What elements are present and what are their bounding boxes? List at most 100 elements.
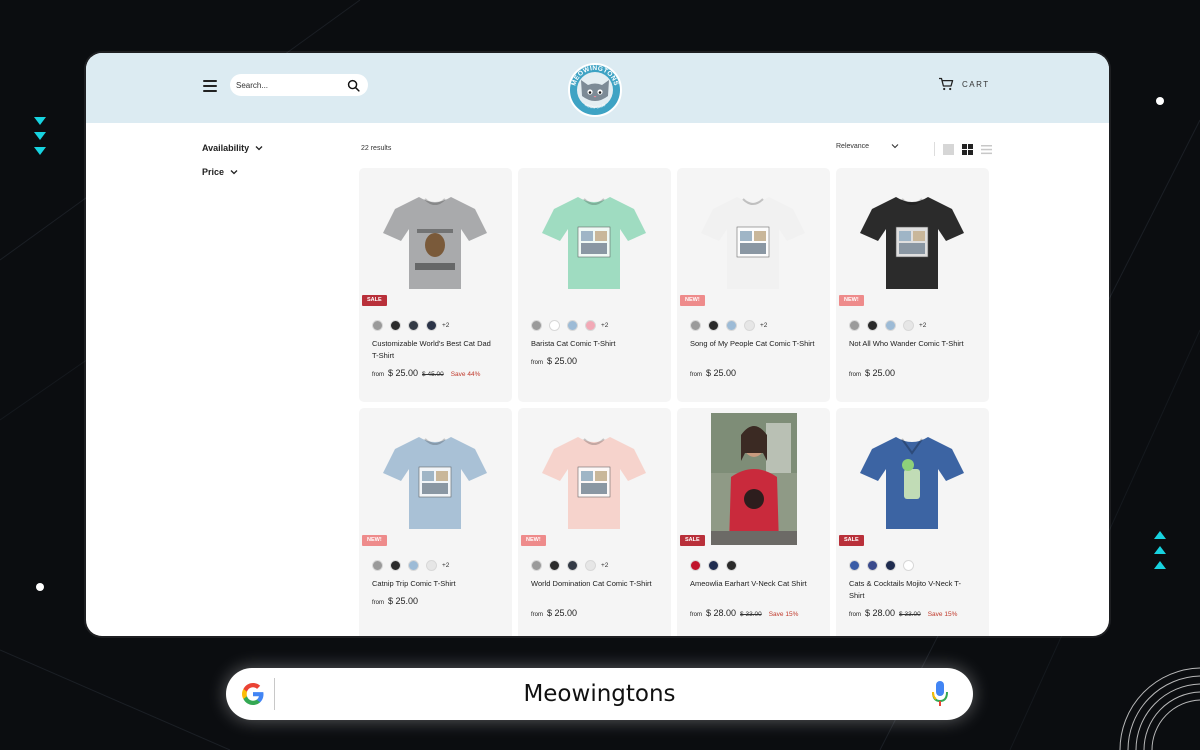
product-thumbnail[interactable] (534, 174, 655, 304)
swatch-row: +2 (531, 560, 608, 571)
product-thumbnail[interactable] (693, 174, 814, 304)
product-grid: SALE +2 Customizable World's Best Cat Da… (359, 168, 989, 636)
product-image (860, 437, 964, 529)
meowingtons-logo[interactable]: MEOWINGTONS MEOW CLUB (566, 62, 624, 118)
color-swatch[interactable] (372, 320, 383, 331)
more-colors-label[interactable]: +2 (919, 322, 926, 329)
filter-panel: Availability Price (202, 143, 263, 191)
more-colors-label[interactable]: +2 (601, 322, 608, 329)
product-card[interactable]: +2 Barista Cat Comic T-Shirt from $ 25.0… (518, 168, 671, 402)
color-swatch[interactable] (585, 560, 596, 571)
color-swatch[interactable] (390, 560, 401, 571)
color-swatch[interactable] (549, 320, 560, 331)
color-swatch[interactable] (867, 560, 878, 571)
product-title[interactable]: World Domination Cat Comic T-Shirt (531, 578, 656, 590)
color-swatch[interactable] (690, 560, 701, 571)
product-card[interactable]: NEW! +2 World Domination Cat Comic T-Shi… (518, 408, 671, 636)
product-thumbnail[interactable] (852, 174, 973, 304)
color-swatch[interactable] (408, 320, 419, 331)
color-swatch[interactable] (567, 560, 578, 571)
product-title[interactable]: Catnip Trip Comic T-Shirt (372, 578, 497, 590)
color-swatch[interactable] (372, 560, 383, 571)
compare-price: $ 33.00 (740, 611, 762, 618)
color-swatch[interactable] (849, 560, 860, 571)
product-thumbnail[interactable] (852, 414, 973, 544)
menu-button[interactable] (203, 80, 217, 92)
product-price: $ 25.00 (388, 368, 419, 378)
product-card[interactable]: SALE Cats & Cocktails Mojito V-Neck T-Sh… (836, 408, 989, 636)
product-title[interactable]: Barista Cat Comic T-Shirt (531, 338, 656, 350)
color-swatch[interactable] (726, 560, 737, 571)
color-swatch[interactable] (408, 560, 419, 571)
color-swatch[interactable] (744, 320, 755, 331)
color-swatch[interactable] (531, 320, 542, 331)
product-thumbnail[interactable] (534, 414, 655, 544)
from-label: from (690, 612, 702, 618)
product-thumbnail[interactable] (693, 413, 814, 545)
color-swatch[interactable] (426, 320, 437, 331)
microphone-icon[interactable] (931, 680, 949, 708)
color-swatch[interactable] (708, 560, 719, 571)
color-swatch[interactable] (567, 320, 578, 331)
swatch-row (849, 560, 914, 571)
large-grid-view-icon[interactable] (943, 143, 954, 155)
triangle-down-decoration (34, 117, 46, 155)
color-swatch[interactable] (390, 320, 401, 331)
cart-icon (939, 77, 954, 91)
color-swatch[interactable] (549, 560, 560, 571)
product-card[interactable]: NEW! +2 Catnip Trip Comic T-Shirt from $… (359, 408, 512, 636)
color-swatch[interactable] (903, 560, 914, 571)
chevron-down-icon (230, 170, 238, 175)
swatch-row: +2 (372, 320, 449, 331)
product-title[interactable]: Song of My People Cat Comic T-Shirt (690, 338, 815, 350)
product-title[interactable]: Customizable World's Best Cat Dad T-Shir… (372, 338, 497, 361)
store-header: MEOWINGTONS MEOW CLUB CART (86, 53, 1109, 123)
filter-price[interactable]: Price (202, 167, 263, 177)
product-card[interactable]: NEW! +2 Not All Who Wander Comic T-Shirt… (836, 168, 989, 402)
color-swatch[interactable] (885, 320, 896, 331)
chevron-down-icon (891, 144, 899, 149)
product-badge: SALE (362, 295, 387, 306)
color-swatch[interactable] (708, 320, 719, 331)
product-price: $ 28.00 (865, 608, 896, 618)
color-swatch[interactable] (903, 320, 914, 331)
product-card[interactable]: SALE Ameowlia Earhart V-Neck Cat Shirt f… (677, 408, 830, 636)
product-title[interactable]: Not All Who Wander Comic T-Shirt (849, 338, 974, 350)
search-input[interactable] (236, 80, 336, 90)
from-label: from (531, 360, 543, 366)
more-colors-label[interactable]: +2 (760, 322, 767, 329)
product-badge: SALE (839, 535, 864, 546)
color-swatch[interactable] (885, 560, 896, 571)
cart-button[interactable]: CART (938, 77, 990, 91)
color-swatch[interactable] (426, 560, 437, 571)
product-badge: NEW! (521, 535, 546, 546)
color-swatch[interactable] (690, 320, 701, 331)
color-swatch[interactable] (867, 320, 878, 331)
product-card[interactable]: NEW! +2 Song of My People Cat Comic T-Sh… (677, 168, 830, 402)
color-swatch[interactable] (726, 320, 737, 331)
more-colors-label[interactable]: +2 (442, 322, 449, 329)
product-title[interactable]: Cats & Cocktails Mojito V-Neck T-Shirt (849, 578, 974, 601)
product-image (383, 437, 487, 529)
swatch-row: +2 (690, 320, 767, 331)
filter-availability[interactable]: Availability (202, 143, 263, 153)
product-thumbnail[interactable] (375, 414, 496, 544)
product-title[interactable]: Ameowlia Earhart V-Neck Cat Shirt (690, 578, 815, 590)
small-grid-view-icon[interactable] (962, 143, 973, 155)
product-thumbnail[interactable] (375, 174, 496, 304)
product-card[interactable]: SALE +2 Customizable World's Best Cat Da… (359, 168, 512, 402)
compare-price: $ 45.00 (422, 371, 444, 378)
from-label: from (849, 372, 861, 378)
color-swatch[interactable] (531, 560, 542, 571)
list-view-icon[interactable] (981, 144, 992, 155)
sort-dropdown[interactable]: Relevance (836, 142, 899, 150)
more-colors-label[interactable]: +2 (601, 562, 608, 569)
search-icon[interactable] (347, 79, 360, 92)
filter-label: Availability (202, 143, 250, 153)
color-swatch[interactable] (849, 320, 860, 331)
more-colors-label[interactable]: +2 (442, 562, 449, 569)
google-search-bar[interactable]: Meowingtons (226, 668, 973, 720)
product-badge: NEW! (839, 295, 864, 306)
color-swatch[interactable] (585, 320, 596, 331)
product-image (710, 413, 797, 545)
